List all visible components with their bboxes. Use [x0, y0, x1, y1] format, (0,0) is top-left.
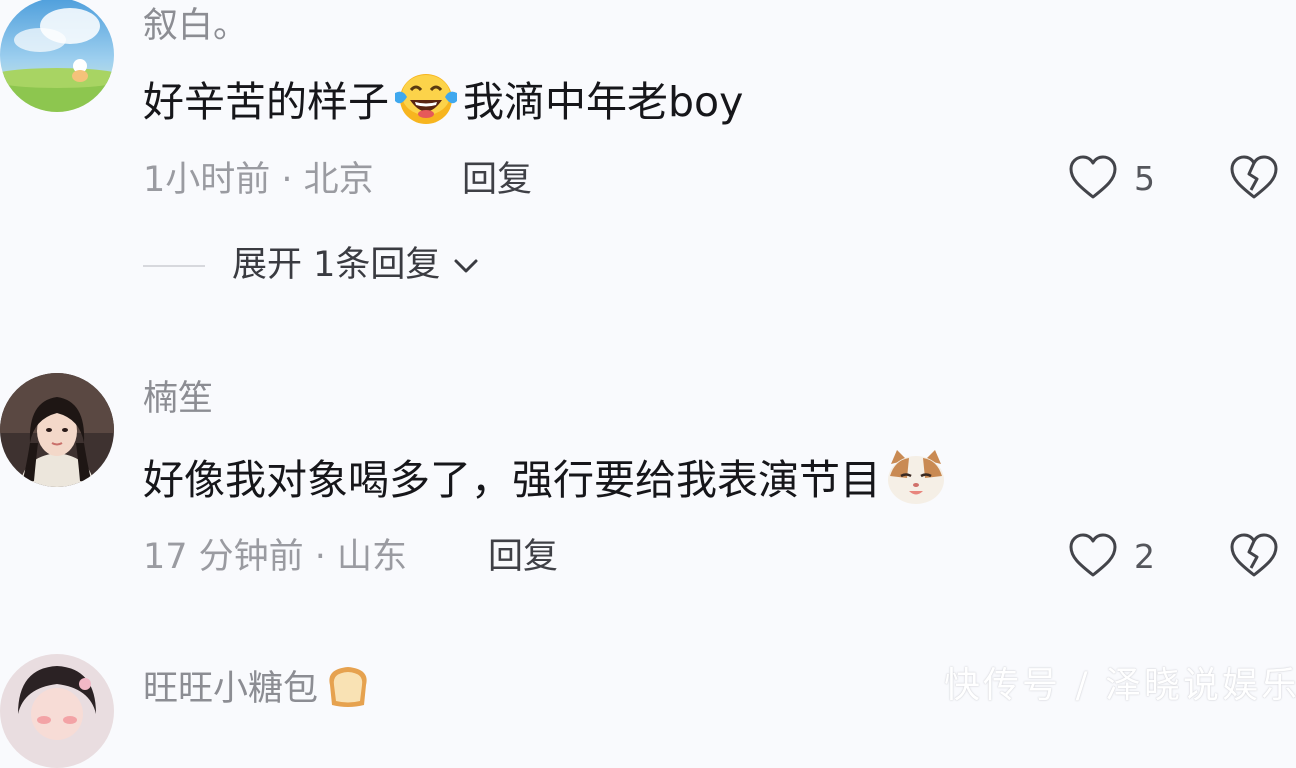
broken-heart-icon	[1230, 155, 1278, 199]
broken-heart-icon	[1230, 533, 1278, 577]
avatar[interactable]	[0, 0, 114, 112]
like-count: 5	[1134, 158, 1155, 198]
comment-text-part: 好像我对象喝多了，强行要给我表演节目	[143, 455, 881, 504]
username-text: 旺旺小糖包	[143, 669, 319, 709]
cat-face-emoji	[885, 448, 947, 513]
chevron-down-icon	[454, 259, 478, 272]
username[interactable]: 叙白。	[143, 9, 248, 44]
dislike-button[interactable]	[1229, 154, 1279, 206]
comment-item: 叙白。 好辛苦的样子 我滴中年老boy 1小时前 · 北京 回复 5 展开 1条…	[0, 0, 1296, 320]
comment-meta: 17 分钟前 · 山东	[143, 537, 408, 577]
reply-button[interactable]: 回复	[488, 540, 558, 575]
comment-text: 好像我对象喝多了，强行要给我表演节目	[143, 449, 951, 504]
expand-replies-button[interactable]: 展开 1条回复	[143, 248, 480, 283]
comment-text-part: 好辛苦的样子	[143, 77, 389, 126]
like-count: 2	[1134, 536, 1155, 576]
avatar[interactable]	[0, 373, 114, 487]
expand-replies-label: 展开 1条回复	[232, 245, 441, 285]
username[interactable]: 楠笙	[143, 382, 213, 417]
heart-icon	[1069, 533, 1117, 577]
comment-text-part: 我滴中年老boy	[463, 77, 744, 126]
comment-item: 楠笙 好像我对象喝多了，强行要给我表演节目 17 分钟前 · 山东 回复 2	[0, 370, 1296, 610]
like-button[interactable]: 2	[1068, 532, 1155, 580]
watermark: 快传号 / 泽晓说娱乐	[944, 665, 1296, 706]
heart-icon	[1069, 155, 1117, 199]
username[interactable]: 旺旺小糖包	[143, 663, 376, 716]
avatar[interactable]	[0, 654, 114, 768]
comment-meta: 1小时前 · 北京	[143, 160, 374, 200]
like-button[interactable]: 5	[1068, 154, 1155, 202]
dislike-button[interactable]	[1229, 532, 1279, 584]
laughing-crying-emoji	[393, 71, 459, 134]
divider	[143, 264, 205, 267]
comment-text: 好辛苦的样子 我滴中年老boy	[143, 73, 744, 126]
bread-emoji	[324, 663, 372, 716]
reply-button[interactable]: 回复	[462, 163, 532, 198]
